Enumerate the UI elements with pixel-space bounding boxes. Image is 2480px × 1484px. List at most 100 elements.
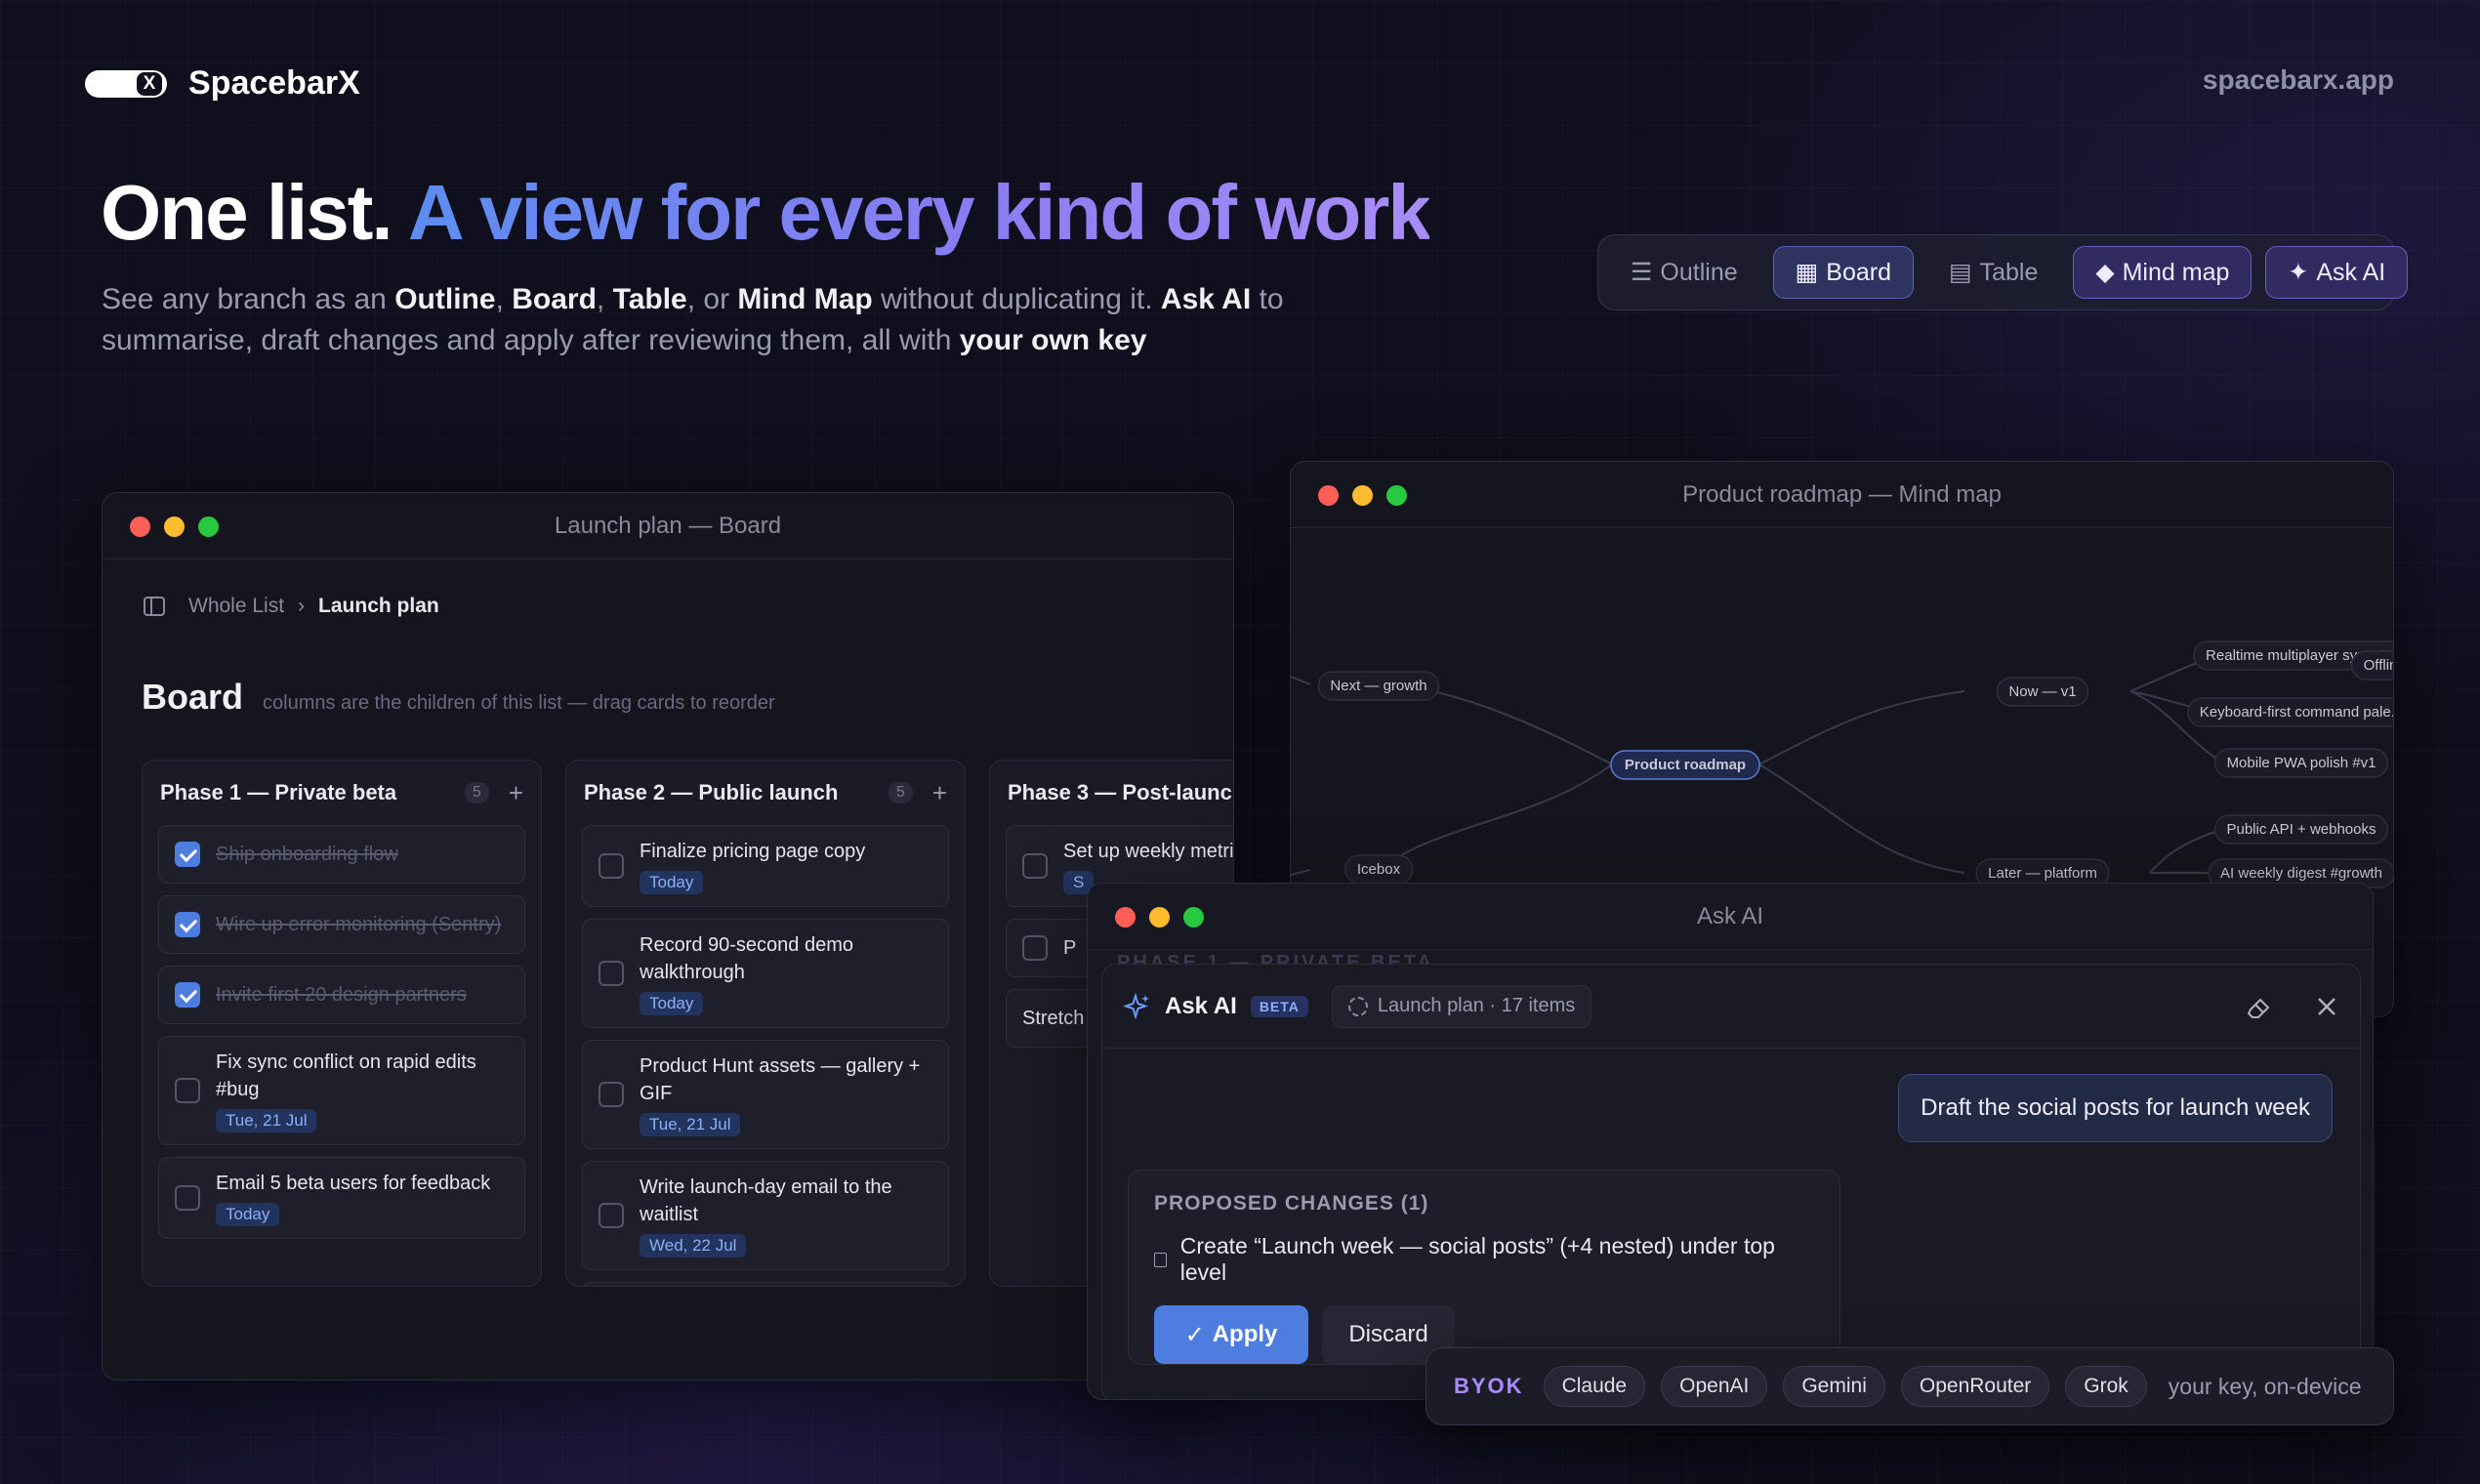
card-checkbox[interactable]	[175, 1078, 200, 1103]
sidebar-toggle-icon[interactable]	[144, 597, 165, 616]
check-icon: ✓	[1184, 1321, 1205, 1348]
site-url[interactable]: spacebarx.app	[2203, 64, 2394, 96]
card-checkbox[interactable]	[175, 982, 200, 1008]
view-tab-board[interactable]: ▦ Board	[1772, 246, 1914, 299]
card-checkbox[interactable]	[599, 961, 624, 986]
mindmap-node[interactable]: Mobile PWA polish #v1	[2213, 748, 2389, 778]
zoom-dot[interactable]	[1386, 485, 1407, 506]
mindmap-node-label: Mobile PWA polish #v1	[2227, 755, 2377, 771]
board-card[interactable]: Wire up error monitoring (Sentry)	[158, 895, 525, 954]
view-icon: ✦	[2288, 259, 2309, 286]
subtitle-text: See any branch as an	[102, 283, 395, 315]
minimize-dot[interactable]	[1149, 907, 1170, 928]
card-checkbox[interactable]	[599, 853, 624, 879]
card-text: Record 90-second demo walkthrough	[640, 934, 854, 983]
board-window: Launch plan — Board Whole List › Launch …	[102, 492, 1234, 1381]
add-card-button[interactable]: +	[509, 778, 523, 808]
zoom-dot[interactable]	[198, 516, 219, 537]
board-card[interactable]: Write launch-day email to the waitlist We…	[582, 1161, 949, 1270]
board-card[interactable]: Record 90-second demo walkthrough Today	[582, 919, 949, 1028]
spacebar-logo-icon: X	[85, 69, 167, 98]
breadcrumb: Whole List › Launch plan	[144, 595, 439, 618]
close-dot[interactable]	[1115, 907, 1136, 928]
board-card[interactable]: Product Hunt assets — gallery + GIF Tue, …	[582, 1040, 949, 1149]
provider-pill-gemini[interactable]: Gemini	[1783, 1366, 1885, 1407]
minimize-dot[interactable]	[164, 516, 185, 537]
change-checkbox[interactable]	[1154, 1252, 1167, 1267]
date-tag: Today	[640, 871, 704, 894]
card-checkbox[interactable]	[599, 1082, 624, 1107]
mindmap-node[interactable]: Keyboard-first command pale...	[2187, 697, 2394, 727]
subtitle-text: ,	[495, 283, 513, 315]
zoom-dot[interactable]	[1183, 907, 1204, 928]
close-icon[interactable]	[2315, 995, 2338, 1018]
board-card[interactable]: Invite first 20 design partners	[158, 966, 525, 1024]
subtitle-keyword: Ask AI	[1160, 283, 1252, 315]
view-tab-outline[interactable]: ☰ Outline	[1609, 246, 1759, 299]
sparkle-icon	[1124, 992, 1149, 1019]
apply-button[interactable]: ✓ Apply	[1154, 1305, 1308, 1364]
hero-title: One list. A view for every kind of work	[101, 169, 1431, 256]
window-title: Ask AI	[1696, 902, 1764, 929]
view-tab-ask-ai[interactable]: ✦ Ask AI	[2265, 246, 2409, 299]
board-card[interactable]: Ship onboarding flow	[158, 825, 525, 884]
card-checkbox[interactable]	[175, 842, 200, 867]
column-header: Phase 2 — Public launch 5 +	[566, 761, 965, 825]
mindmap-node-label: Offline queue + conflict re...	[2364, 657, 2394, 674]
provider-pill-grok[interactable]: Grok	[2065, 1366, 2147, 1407]
mindmap-node-label: Later — platform	[1988, 865, 2097, 882]
board-card[interactable]: Finalize pricing page copy Today	[582, 825, 949, 907]
ask-ai-window: Ask AI PHASE 1 — PRIVATE BETA Ask AI BET…	[1087, 883, 2374, 1400]
provider-pill-openai[interactable]: OpenAI	[1661, 1366, 1768, 1407]
brand-logo[interactable]: X SpacebarX	[85, 64, 360, 103]
subtitle-text: , or	[686, 283, 738, 315]
card-checkbox[interactable]	[1022, 853, 1048, 879]
proposed-changes: PROPOSED CHANGES (1) Create “Launch week…	[1128, 1170, 1840, 1365]
card-checkbox[interactable]	[175, 912, 200, 937]
board-card[interactable]: Email 5 beta users for feedback Today	[158, 1157, 525, 1239]
provider-pill-openrouter[interactable]: OpenRouter	[1900, 1366, 2050, 1407]
close-dot[interactable]	[1318, 485, 1339, 506]
date-tag: Tue, 21 Jul	[216, 1109, 317, 1133]
scope-chip[interactable]: Launch plan · 17 items	[1331, 984, 1592, 1028]
mindmap-node-label: Now — v1	[2008, 683, 2076, 700]
minimize-dot[interactable]	[1352, 485, 1373, 506]
mindmap-node[interactable]: Offline queue + conflict re...	[2350, 650, 2394, 680]
close-dot[interactable]	[130, 516, 150, 537]
add-card-button[interactable]: +	[932, 778, 947, 808]
provider-pill-claude[interactable]: Claude	[1543, 1366, 1646, 1407]
date-tag: Today	[216, 1203, 280, 1226]
card-checkbox[interactable]	[1022, 935, 1048, 961]
board-card[interactable]: Fix sync conflict on rapid edits #bug Tue…	[158, 1036, 525, 1145]
brand-name: SpacebarX	[188, 64, 360, 102]
mindmap-node[interactable]: Next — growth	[1317, 671, 1440, 701]
card-body: Invite first 20 design partners	[216, 981, 467, 1009]
ask-ai-titlebar: Ask AI	[1088, 884, 2373, 950]
mindmap-node-label: Product roadmap	[1625, 757, 1746, 773]
board-column: Phase 1 — Private beta 5 + Ship onboarding …	[142, 760, 542, 1287]
breadcrumb-root[interactable]: Whole List	[188, 595, 284, 618]
mindmap-node[interactable]: Now — v1	[1996, 677, 2089, 707]
card-body: Product Hunt assets — gallery + GIF Tue, …	[640, 1052, 932, 1136]
view-label: Ask AI	[2316, 258, 2386, 286]
card-text: Finalize pricing page copy	[640, 841, 866, 862]
card-text: Wire up error monitoring (Sentry)	[216, 914, 502, 935]
board-titlebar: Launch plan — Board	[103, 493, 1233, 559]
view-tab-table[interactable]: ▤ Table	[1927, 246, 2059, 299]
mindmap-node[interactable]: Icebox	[1344, 854, 1414, 885]
user-message: Draft the social posts for launch week	[1898, 1074, 2333, 1142]
board-column: Phase 2 — Public launch 5 + Finalize pricin…	[565, 760, 966, 1287]
column-header: Phase 1 — Private beta 5 +	[143, 761, 541, 825]
subtitle-text: ,	[596, 283, 613, 315]
view-tab-mind-map[interactable]: ◆ Mind map	[2073, 246, 2253, 299]
view-switcher: ☰ Outline ▦ Board ▤ Table ◆ Mind map ✦ Ask AI	[1597, 234, 2409, 310]
mindmap-root-node[interactable]: Product roadmap	[1610, 750, 1760, 780]
subtitle-keyword: Table	[612, 283, 687, 315]
card-checkbox[interactable]	[599, 1203, 624, 1228]
board-card[interactable]: Line up 3 launch-day testimonials	[582, 1282, 949, 1286]
mindmap-node[interactable]: Public API + webhooks	[2213, 814, 2389, 845]
proposed-change-item[interactable]: Create “Launch week — social posts” (+4 …	[1154, 1233, 1814, 1286]
eraser-icon[interactable]	[2245, 992, 2274, 1021]
card-checkbox[interactable]	[175, 1185, 200, 1211]
window-title: Product roadmap — Mind map	[1682, 480, 2002, 508]
